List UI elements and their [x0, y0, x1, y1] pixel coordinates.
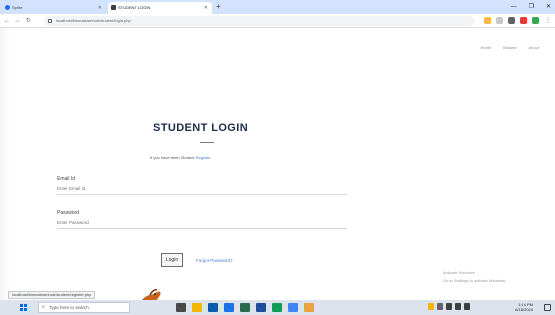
title-divider: [200, 142, 214, 143]
browser-tab[interactable]: Sprite ✕: [2, 2, 106, 14]
chevron-up-icon[interactable]: [437, 303, 443, 310]
store-icon[interactable]: [208, 303, 218, 312]
email-field[interactable]: [57, 183, 347, 195]
nav-link-home[interactable]: Home: [481, 45, 492, 50]
close-tab-icon[interactable]: ✕: [204, 2, 208, 14]
url-text: localhost/kimnalearnhub/student/login.ph…: [56, 18, 131, 23]
extensions-puzzle-icon[interactable]: [496, 17, 503, 24]
password-label: Password: [57, 210, 79, 216]
close-window-button[interactable]: ✕: [546, 0, 551, 14]
browser-tab-active[interactable]: STUDENT LOGIN ✕: [108, 2, 212, 14]
password-field[interactable]: [57, 217, 347, 229]
app-icon[interactable]: [240, 303, 250, 312]
activation-text: Go to Settings to activate Windows.: [443, 278, 507, 283]
minimize-button[interactable]: —: [511, 0, 517, 14]
page-edge: [0, 28, 10, 300]
taskbar-search-placeholder: Type here to search: [49, 305, 89, 310]
windows-taskbar: ⌕ Type here to search 1:14 PM 6/18/2024: [0, 300, 555, 315]
volume-icon[interactable]: [455, 303, 461, 310]
page-title: STUDENT LOGIN: [153, 122, 249, 134]
close-tab-icon[interactable]: ✕: [98, 2, 102, 14]
menu-icon[interactable]: ⋮: [545, 14, 551, 28]
app-icon[interactable]: [304, 303, 314, 312]
chrome-icon[interactable]: [288, 303, 298, 312]
search-icon: ⌕: [42, 304, 45, 310]
forward-button[interactable]: →: [14, 14, 20, 28]
clock-date: 6/18/2024: [515, 307, 533, 312]
taskbar-search-box[interactable]: ⌕ Type here to search: [38, 302, 130, 313]
extension-icon[interactable]: [484, 17, 491, 24]
register-link[interactable]: Register: [196, 155, 211, 160]
lock-icon: [48, 19, 52, 23]
extension-icon[interactable]: [532, 17, 539, 24]
address-bar[interactable]: localhost/kimnalearnhub/student/login.ph…: [44, 16, 474, 26]
notification-icon[interactable]: [544, 304, 551, 311]
battery-icon[interactable]: [464, 303, 470, 310]
weather-icon[interactable]: [428, 303, 434, 310]
window-controls: — ❐ ✕: [511, 0, 551, 14]
profile-avatar[interactable]: [520, 17, 527, 24]
task-view-icon[interactable]: [176, 303, 186, 312]
file-explorer-icon[interactable]: [192, 303, 202, 312]
windows-start-icon[interactable]: [20, 304, 27, 311]
forgot-password-link[interactable]: Forgot Password?: [196, 258, 233, 263]
network-icon[interactable]: [446, 303, 452, 310]
browser-tab-strip: Sprite ✕ STUDENT LOGIN ✕ + — ❐ ✕: [0, 0, 555, 14]
taskbar-apps: [176, 303, 314, 312]
register-prompt: If you have been Student Register: [150, 155, 211, 160]
app-icon[interactable]: [272, 303, 282, 312]
browser-toolbar: ← → ↻ localhost/kimnalearnhub/student/lo…: [0, 14, 555, 28]
nav-link-browse[interactable]: Browse: [503, 45, 516, 50]
bookmark-icon[interactable]: [508, 17, 515, 24]
back-button[interactable]: ←: [4, 14, 10, 28]
activation-title: Activate Windows: [443, 270, 475, 275]
favicon-icon: [5, 5, 10, 10]
login-button[interactable]: Login: [161, 253, 183, 267]
new-tab-button[interactable]: +: [216, 0, 221, 14]
reload-button[interactable]: ↻: [26, 14, 31, 28]
register-prompt-text: If you have been Student: [150, 155, 195, 160]
system-tray: [428, 303, 470, 310]
word-icon[interactable]: [256, 303, 266, 312]
tab-label: Sprite: [12, 5, 23, 10]
nav-link-about[interactable]: About: [529, 45, 539, 50]
edge-icon[interactable]: [224, 303, 234, 312]
maximize-button[interactable]: ❐: [529, 0, 534, 14]
tab-label: STUDENT LOGIN: [118, 5, 151, 10]
taskbar-clock[interactable]: 1:14 PM 6/18/2024: [515, 302, 533, 312]
email-label: Email Id: [57, 176, 76, 182]
status-bar-url: localhost/kimnalearnhub/student/register…: [8, 291, 96, 299]
top-nav: Home Browse About: [481, 45, 539, 50]
favicon-icon: [111, 5, 116, 10]
